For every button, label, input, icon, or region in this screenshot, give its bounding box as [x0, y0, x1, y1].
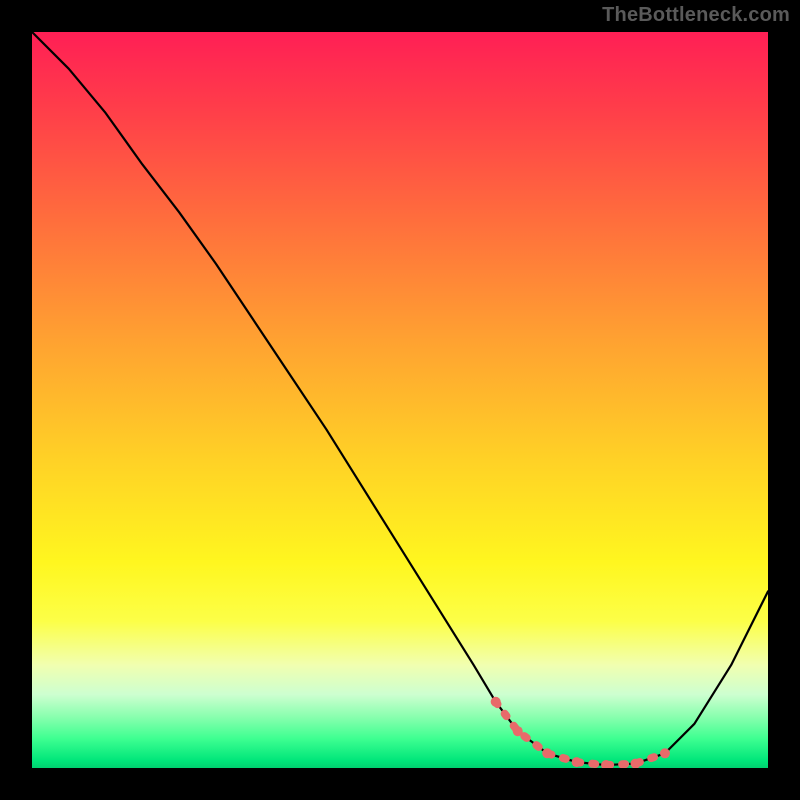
- watermark-text: TheBottleneck.com: [602, 4, 790, 27]
- optimal-zone-dot: [513, 726, 523, 736]
- chart-frame: TheBottleneck.com: [0, 0, 800, 800]
- optimal-zone-dot: [542, 748, 552, 758]
- bottleneck-curve: [32, 32, 768, 765]
- optimal-zone-dot: [572, 757, 582, 767]
- optimal-zone-dot: [491, 697, 501, 707]
- plot-area: [32, 32, 768, 768]
- curve-svg: [32, 32, 768, 768]
- optimal-zone-dot: [660, 748, 670, 758]
- optimal-zone-dots: [491, 697, 670, 768]
